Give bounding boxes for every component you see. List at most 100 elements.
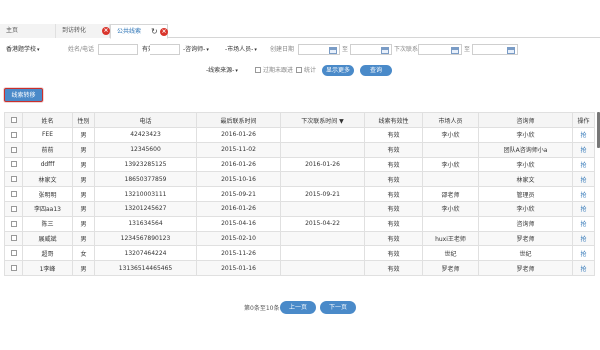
calendar-icon[interactable] bbox=[451, 47, 459, 54]
clue-transfer-button[interactable]: 线索转移 bbox=[4, 88, 43, 102]
col-last-contact[interactable]: 最后联系时间 bbox=[196, 112, 281, 128]
select-all-checkbox[interactable] bbox=[10, 117, 17, 123]
col-gender[interactable]: 性别 bbox=[72, 112, 95, 128]
close-icon[interactable]: × bbox=[102, 27, 110, 35]
grab-link[interactable]: 抢 bbox=[572, 127, 595, 143]
table-row[interactable]: 展威斌男 1234567890123 2015-02-10 有效 huxi王老师 罗老师抢 bbox=[4, 230, 595, 247]
table-row[interactable]: 陈三男 131634564 2015-04-16 2015-04-22 有效 咨询师抢 bbox=[4, 215, 595, 232]
grab-link[interactable]: 抢 bbox=[572, 260, 595, 276]
cell-validity: 有效 bbox=[364, 127, 423, 143]
next-page-button[interactable]: 下一页 bbox=[320, 301, 356, 314]
stats-checkbox[interactable] bbox=[296, 67, 302, 73]
cell-market: 罗老师 bbox=[422, 260, 479, 276]
cell-phone: 13201245627 bbox=[94, 200, 197, 217]
cell-name: 展威斌 bbox=[22, 230, 73, 247]
grab-link[interactable]: 抢 bbox=[572, 186, 595, 202]
col-phone[interactable]: 电话 bbox=[94, 112, 197, 128]
row-checkbox[interactable] bbox=[10, 131, 17, 138]
table-row[interactable]: 1李峰男 13136514465465 2015-01-16 有效 罗老师 罗老师抢 bbox=[4, 260, 595, 276]
row-checkbox[interactable] bbox=[10, 250, 17, 257]
name-phone-input[interactable] bbox=[98, 44, 138, 55]
col-next-contact[interactable]: 下次联系时间 ▼ bbox=[280, 112, 365, 128]
row-checkbox[interactable] bbox=[10, 191, 17, 198]
grab-link[interactable]: 抢 bbox=[572, 156, 595, 173]
table-row[interactable]: ddfff 男 13923285125 2016-01-26 2016-01-26 有效李… bbox=[4, 156, 595, 173]
tab-home[interactable]: 主页 bbox=[0, 24, 56, 38]
query-button[interactable]: 查询 bbox=[360, 65, 392, 76]
row-select-cell[interactable] bbox=[4, 171, 23, 188]
row-checkbox[interactable] bbox=[10, 235, 17, 242]
grab-link[interactable]: 抢 bbox=[572, 200, 595, 217]
calendar-icon[interactable] bbox=[381, 47, 389, 54]
row-checkbox[interactable] bbox=[10, 146, 17, 153]
table-row[interactable]: 李四aa13 男 13201245627 2016-01-26 有效 李小欣 李小欣抢 bbox=[4, 200, 595, 217]
refresh-icon[interactable]: ↻ bbox=[151, 27, 158, 37]
col-name[interactable]: 姓名 bbox=[22, 112, 73, 128]
row-checkbox[interactable] bbox=[10, 176, 17, 183]
row-select-cell[interactable] bbox=[4, 127, 23, 143]
create-date-label: 创建日期 bbox=[270, 46, 295, 53]
row-checkbox[interactable] bbox=[10, 205, 17, 212]
market-person-select[interactable]: -市场人员-▾ bbox=[225, 44, 257, 55]
grab-link[interactable]: 抢 bbox=[572, 245, 595, 262]
col-market[interactable]: 市场人员 bbox=[422, 112, 479, 128]
cell-gender: 女 bbox=[72, 245, 95, 262]
row-select-cell[interactable] bbox=[4, 230, 23, 247]
tab-public-clues[interactable]: 公共线索 ↻ × bbox=[110, 24, 168, 39]
consultant-select[interactable]: -咨询师-▾ bbox=[183, 44, 209, 55]
cell-consultant: 咨询师 bbox=[478, 215, 573, 232]
clue-table: 姓名 性别 电话 最后联系时间 下次联系时间 ▼ 线索有效性 市场人员 咨询师 … bbox=[4, 112, 595, 276]
col-consultant[interactable]: 咨询师 bbox=[478, 112, 573, 128]
overdue-label: 过期未跟进 bbox=[263, 67, 294, 74]
grab-link[interactable]: 抢 bbox=[572, 230, 595, 247]
cell-next-contact bbox=[280, 230, 365, 247]
cell-consultant: 李小欣 bbox=[478, 127, 573, 143]
create-date-end-input[interactable] bbox=[350, 44, 392, 55]
row-select-cell[interactable] bbox=[4, 200, 23, 217]
row-checkbox[interactable] bbox=[10, 265, 17, 272]
cell-name: 前前 bbox=[22, 141, 73, 158]
row-select-cell[interactable] bbox=[4, 215, 23, 232]
table-row[interactable]: 超哥女 13207464224 2015-11-26 有效 世纪 世纪抢 bbox=[4, 245, 595, 262]
calendar-icon[interactable] bbox=[329, 47, 337, 54]
cell-gender: 男 bbox=[72, 156, 95, 173]
cell-phone: 131634564 bbox=[94, 215, 197, 232]
prev-page-button[interactable]: 上一页 bbox=[280, 301, 316, 314]
cell-phone: 42423423 bbox=[94, 127, 197, 143]
validity-select-box[interactable] bbox=[150, 44, 180, 55]
cell-name: 1李峰 bbox=[22, 260, 73, 276]
table-row[interactable]: FEE 男 42423423 2016-01-26 有效 李小欣 李小欣抢 bbox=[4, 127, 595, 143]
row-select-cell[interactable] bbox=[4, 260, 23, 276]
table-row[interactable]: 张明明男 13210003111 2015-09-21 2015-09-21 有效 邵老师… bbox=[4, 186, 595, 202]
calendar-icon[interactable] bbox=[507, 47, 515, 54]
close-icon[interactable]: × bbox=[160, 28, 168, 36]
col-validity[interactable]: 线索有效性 bbox=[364, 112, 423, 128]
overdue-checkbox[interactable] bbox=[255, 67, 261, 73]
table-row[interactable]: 林家文男 18650377859 2015-10-16 有效 林家文抢 bbox=[4, 171, 595, 188]
cell-market: 李小欣 bbox=[422, 200, 479, 217]
cell-validity: 有效 bbox=[364, 215, 423, 232]
grab-link[interactable]: 抢 bbox=[572, 215, 595, 232]
stats-label: 统计 bbox=[304, 67, 317, 74]
grab-link[interactable]: 抢 bbox=[572, 141, 595, 158]
row-select-cell[interactable] bbox=[4, 156, 23, 173]
tab-visit-conversion[interactable]: 到访转化 × bbox=[56, 24, 110, 38]
row-select-cell[interactable] bbox=[4, 245, 23, 262]
cell-phone: 1234567890123 bbox=[94, 230, 197, 247]
row-checkbox[interactable] bbox=[10, 220, 17, 227]
create-date-start-input[interactable] bbox=[298, 44, 340, 55]
school-select[interactable]: 香港题学校▾ bbox=[6, 44, 40, 55]
source-select[interactable]: -线索来源-▾ bbox=[206, 65, 238, 76]
row-checkbox[interactable] bbox=[10, 161, 17, 168]
select-all-cell[interactable] bbox=[4, 112, 23, 128]
show-more-button[interactable]: 显示更多 bbox=[322, 65, 354, 76]
next-contact-start-input[interactable] bbox=[418, 44, 462, 55]
table-row[interactable]: 前前男 12345600 2015-11-02 有效 团队A咨询师小a 抢 bbox=[4, 141, 595, 158]
row-select-cell[interactable] bbox=[4, 141, 23, 158]
cell-consultant: 世纪 bbox=[478, 245, 573, 262]
grab-link[interactable]: 抢 bbox=[572, 171, 595, 188]
row-select-cell[interactable] bbox=[4, 186, 23, 202]
cell-market bbox=[422, 141, 479, 158]
next-contact-end-input[interactable] bbox=[472, 44, 518, 55]
cell-validity: 有效 bbox=[364, 230, 423, 247]
